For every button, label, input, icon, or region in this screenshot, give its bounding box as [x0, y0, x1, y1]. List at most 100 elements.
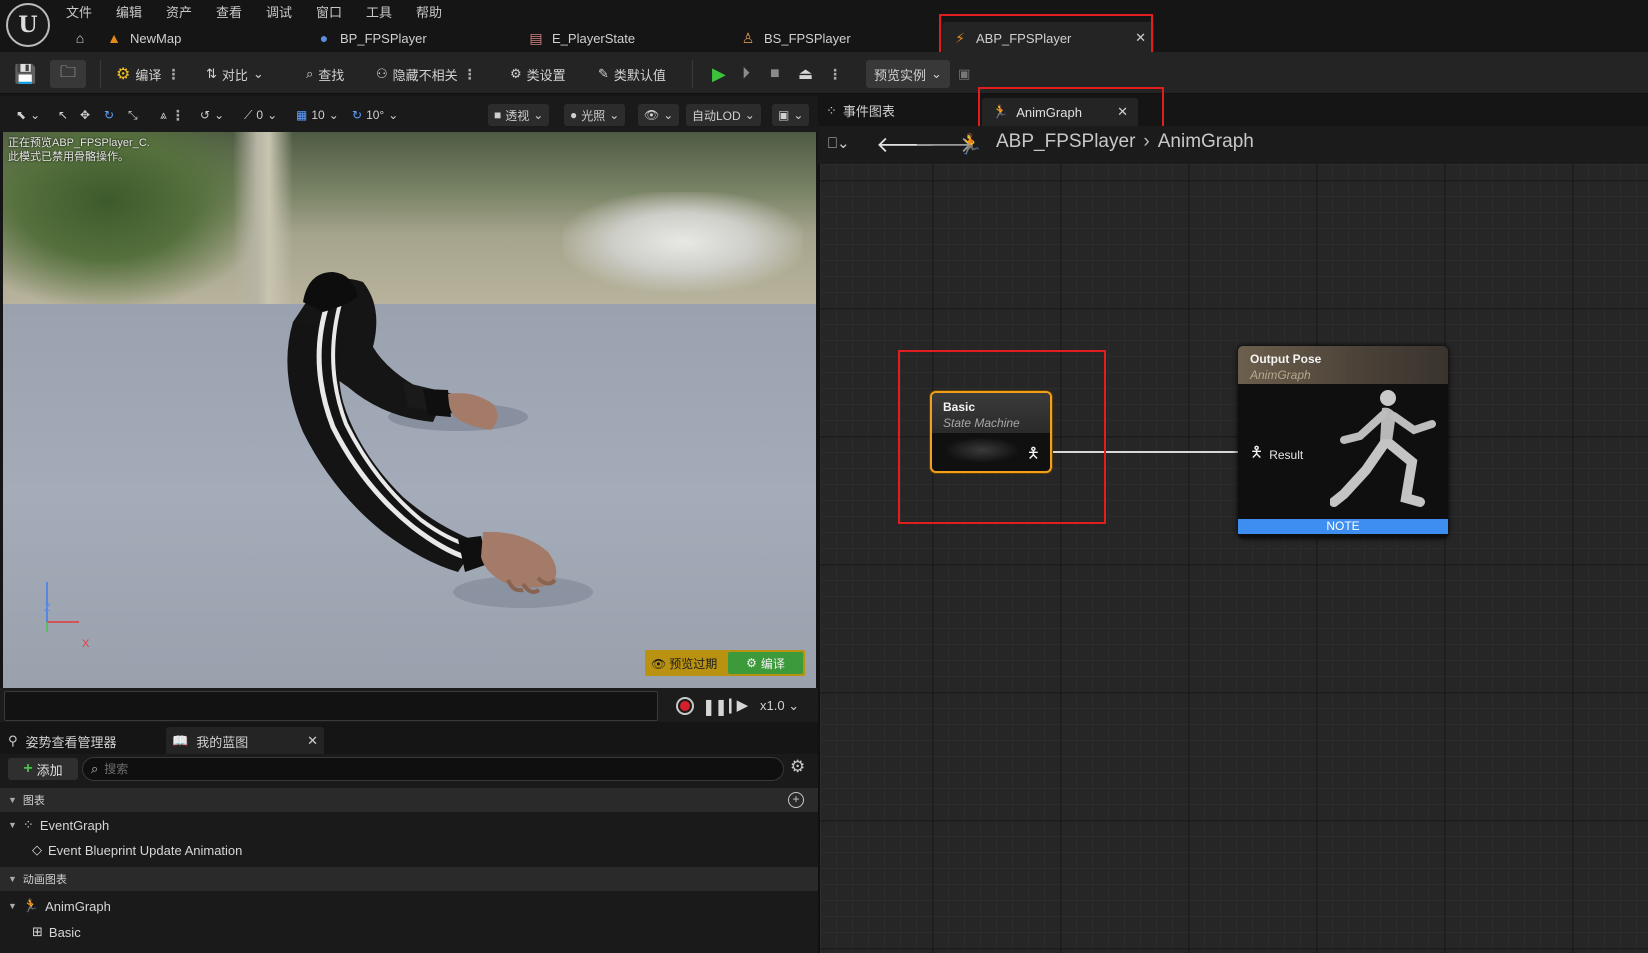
perspective-dropdown[interactable]: ■ 透视 ⌄ — [488, 104, 550, 126]
rotate-tool[interactable]: ↻ — [104, 104, 114, 126]
preview-viewport[interactable] — [3, 132, 816, 688]
surface-snap-icon: ↺ — [200, 108, 211, 122]
menu-edit[interactable]: 编辑 — [116, 2, 142, 20]
more-options-icon[interactable]: ⋮ — [463, 66, 477, 83]
hide-unrelated-label: 隐藏不相关 — [392, 67, 458, 83]
tab-newmap[interactable]: ▲ NewMap — [106, 24, 181, 52]
menu-tools[interactable]: 工具 — [366, 2, 392, 20]
gear-icon[interactable]: ⚙ — [790, 757, 805, 777]
tree-item-event-update[interactable]: ◇ Event Blueprint Update Animation — [0, 838, 818, 862]
tab-e-playerstate[interactable]: ▤ E_PlayerState — [528, 24, 635, 52]
tab-label: NewMap — [130, 30, 182, 46]
eye-icon: 👁 — [644, 108, 660, 122]
category-anim-graphs[interactable]: ▼ 动画图表 — [0, 867, 818, 891]
step-forward-button[interactable]: ❙▶ — [724, 696, 748, 714]
tab-pose-watch[interactable]: ⚲ 姿势查看管理器 — [8, 730, 117, 752]
close-icon[interactable]: ✕ — [307, 733, 318, 749]
menu-window[interactable]: 窗口 — [316, 2, 342, 20]
grid-snap-value: 10 — [311, 108, 325, 122]
coordinate-space-button[interactable]: ⩓ ⋮ — [160, 104, 185, 126]
menu-view[interactable]: 查看 — [216, 2, 242, 20]
search-input[interactable] — [104, 762, 705, 776]
play-button[interactable]: ▶ — [712, 62, 726, 86]
preview-instance-dropdown[interactable]: 预览实例 ⌄ — [866, 60, 950, 88]
viewport-compile-button[interactable]: ⚙ 编译 — [728, 652, 803, 674]
browse-button[interactable]: 🗀 — [50, 60, 86, 88]
step-forward-icon: ❙▶ — [724, 697, 749, 714]
fps-arms-mesh — [287, 272, 593, 608]
tree-item-label: Basic — [48, 924, 81, 940]
axis-z-label: Z — [44, 602, 51, 614]
lit-dropdown[interactable]: ● 光照 ⌄ — [564, 104, 626, 126]
grid-icon: ▦ — [296, 108, 308, 122]
preview-outdated-label: 👁 预览过期 — [651, 655, 717, 672]
search-field[interactable]: ⌕ — [82, 757, 784, 781]
grid-snap-dropdown[interactable]: ▦ 10 ⌄ — [296, 104, 339, 126]
tab-label: 我的蓝图 — [196, 734, 249, 750]
axis-gizmo — [46, 582, 79, 632]
compile-label: 编译 — [760, 656, 785, 671]
category-graphs[interactable]: ▼ 图表 + — [0, 788, 818, 812]
compile-button[interactable]: ⚙ 编译 ⋮ — [116, 62, 180, 86]
menu-file[interactable]: 文件 — [66, 2, 92, 20]
chevron-down-icon: ⌄ — [30, 108, 41, 122]
expand-triangle-icon: ▼ — [8, 901, 17, 911]
play-options-button[interactable]: ⋮ — [828, 62, 842, 86]
search-icon: ⌕ — [306, 66, 314, 81]
scale-tool[interactable]: ⤡ — [128, 104, 138, 126]
breadcrumb-root[interactable]: ABP_FPSPlayer — [996, 131, 1135, 153]
output-pose-node[interactable]: Output Pose AnimGraph 🯅 Result NOTE — [1238, 346, 1448, 538]
class-defaults-button[interactable]: ✎ 类默认值 — [598, 62, 666, 86]
timeline-scrubber[interactable] — [4, 691, 658, 721]
tree-item-eventgraph[interactable]: ▼ ⁘ EventGraph — [0, 813, 818, 837]
tree-item-animgraph[interactable]: ▼ 🏃 AnimGraph — [0, 894, 818, 918]
surface-snap-dropdown[interactable]: ↺ ⌄ — [200, 104, 224, 126]
tab-bp-fpsplayer[interactable]: ● BP_FPSPlayer — [316, 24, 427, 52]
viewport-layout-dropdown[interactable]: ▣ ⌄ — [772, 104, 810, 126]
tab-label: BP_FPSPlayer — [340, 30, 427, 46]
state-machine-icon: ⊞ — [32, 924, 43, 939]
bottom-tab-bar — [0, 724, 818, 754]
folder-search-icon: 🗀 — [59, 63, 76, 81]
rotate-snap-value: 0 — [256, 108, 264, 122]
more-options-icon[interactable]: ⋮ — [166, 66, 180, 83]
translate-tool[interactable]: ✥ — [80, 104, 90, 126]
diff-icon: ⇅ — [206, 66, 217, 81]
compile-warning-icon: ⚙ — [116, 66, 131, 83]
menu-help[interactable]: 帮助 — [416, 2, 442, 20]
tab-bs-fpsplayer[interactable]: ♙ BS_FPSPlayer — [740, 24, 851, 52]
save-button[interactable]: 💾 — [14, 62, 36, 86]
graph-canvas[interactable] — [818, 164, 1648, 953]
tree-item-basic[interactable]: ⊞ Basic — [0, 920, 818, 944]
breadcrumb-leaf[interactable]: AnimGraph — [1158, 131, 1254, 153]
hide-unrelated-button[interactable]: ⚇ 隐藏不相关 ⋮ — [376, 62, 477, 86]
step-button[interactable]: ⏵ — [742, 62, 750, 86]
select-mode-dropdown[interactable]: ⬉ ⌄ — [16, 104, 40, 126]
playback-speed-dropdown[interactable]: x1.0 ⌄ — [760, 698, 799, 714]
stop-button[interactable]: ■ — [770, 62, 780, 86]
add-button[interactable]: + 添加 — [8, 758, 78, 780]
menu-debug[interactable]: 调试 — [266, 2, 292, 20]
pose-input-pin-icon[interactable]: 🯅 — [1250, 442, 1263, 467]
tab-home[interactable]: ⌂ — [72, 24, 88, 52]
add-graph-icon[interactable]: + — [788, 792, 804, 808]
menu-asset[interactable]: 资产 — [166, 2, 192, 20]
rotation-snap-dropdown[interactable]: ⟋ 0 ⌄ — [244, 104, 277, 126]
tab-my-blueprint[interactable]: 📖 我的蓝图 ✕ — [172, 730, 318, 752]
find-button[interactable]: ⌕ 查找 — [306, 62, 344, 86]
tab-event-graph[interactable]: ⁘ 事件图表 — [826, 101, 895, 120]
result-pin[interactable]: 🯅 Result — [1250, 442, 1303, 467]
bookmark-button[interactable]: ⎕⌄ — [828, 134, 850, 152]
simulate-button[interactable]: ⏏ — [798, 62, 813, 86]
class-settings-button[interactable]: ⚙ 类设置 — [510, 62, 566, 86]
show-dropdown[interactable]: 👁 ⌄ — [638, 104, 680, 126]
debug-object-button[interactable]: ▣ — [958, 62, 970, 86]
unreal-logo-icon[interactable]: U — [6, 3, 50, 47]
chevron-down-icon: ⌄ — [609, 108, 620, 122]
diff-button[interactable]: ⇅ 对比 ⌄ — [206, 62, 264, 86]
lod-dropdown[interactable]: 自动LOD ⌄ — [686, 104, 761, 126]
select-tool[interactable]: ↖ — [58, 104, 68, 126]
expand-triangle-icon: ▼ — [8, 820, 17, 830]
angle-snap-dropdown[interactable]: ↻ 10° ⌄ — [352, 104, 398, 126]
record-button[interactable] — [676, 697, 694, 715]
